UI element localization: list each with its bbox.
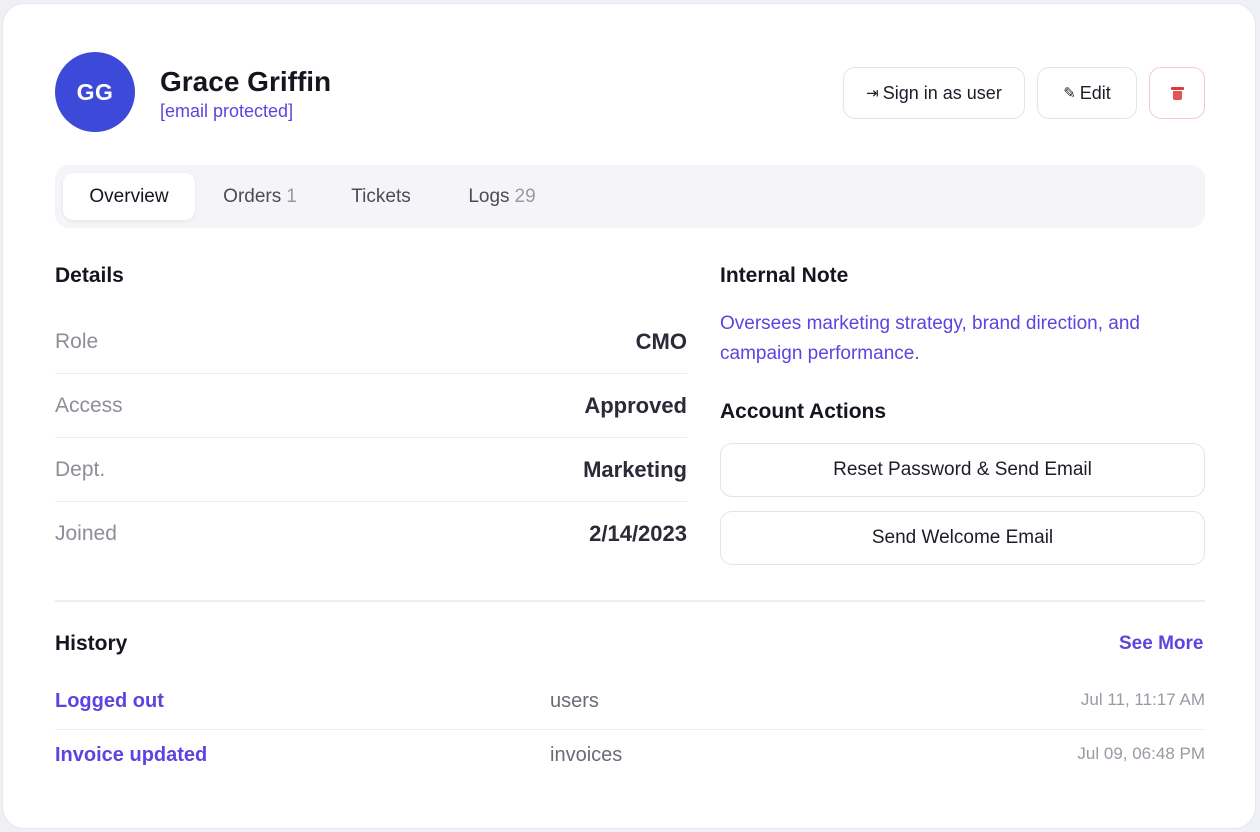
internal-note-text: Oversees marketing strategy, brand direc…	[720, 313, 1140, 364]
tab-logs[interactable]: Logs 29	[447, 173, 557, 220]
detail-row-joined: Joined 2/14/2023	[55, 502, 687, 566]
sign-in-icon: ⇥	[866, 85, 879, 102]
user-profile-card: GG Grace Griffin [email protected] ⇥ Sig…	[2, 3, 1256, 829]
detail-value: CMO	[635, 328, 687, 354]
user-email[interactable]: [email protected]	[160, 101, 293, 122]
reset-password-label: Reset Password & Send Email	[833, 459, 1092, 480]
detail-label: Access	[55, 393, 123, 417]
tab-bar: Overview Orders 1 Tickets Logs 29	[55, 165, 1205, 228]
tab-orders[interactable]: Orders 1	[205, 173, 315, 220]
tab-count: 1	[286, 185, 297, 207]
history-row: Logged out users Jul 11, 11:17 AM	[55, 676, 1205, 730]
history-event-link[interactable]: Logged out	[55, 690, 164, 713]
detail-row-access: Access Approved	[55, 374, 687, 438]
trash-icon	[1170, 86, 1184, 100]
section-divider	[55, 600, 1205, 602]
tab-label: Orders	[223, 185, 282, 207]
history-row: Invoice updated invoices Jul 09, 06:48 P…	[55, 730, 1205, 784]
detail-value: 2/14/2023	[589, 521, 687, 546]
user-name: Grace Griffin	[160, 66, 332, 97]
history-time: Jul 09, 06:48 PM	[1077, 744, 1205, 763]
tab-label: Overview	[89, 185, 169, 207]
reset-password-button[interactable]: Reset Password & Send Email	[720, 443, 1205, 497]
details-title: Details	[55, 264, 124, 287]
see-more-link[interactable]: See More	[1119, 633, 1203, 655]
avatar: GG	[55, 52, 135, 132]
history-module: invoices	[550, 744, 623, 766]
detail-row-role: Role CMO	[55, 310, 687, 374]
account-actions-title: Account Actions	[720, 400, 887, 423]
detail-label: Joined	[55, 522, 117, 545]
edit-button[interactable]: ✎ Edit	[1037, 67, 1137, 119]
tab-overview[interactable]: Overview	[63, 173, 195, 220]
detail-value: Approved	[584, 392, 687, 418]
tab-count: 29	[514, 185, 536, 207]
detail-label: Dept.	[55, 457, 106, 481]
tab-label: Logs	[468, 185, 510, 207]
sign-in-label: Sign in as user	[882, 82, 1002, 103]
delete-button[interactable]	[1149, 67, 1205, 119]
history-time: Jul 11, 11:17 AM	[1080, 690, 1205, 709]
tab-tickets[interactable]: Tickets	[325, 173, 437, 220]
sign-in-as-user-button[interactable]: ⇥ Sign in as user	[843, 67, 1025, 119]
detail-value: Marketing	[583, 456, 687, 482]
pencil-icon: ✎	[1063, 85, 1076, 102]
history-event-link[interactable]: Invoice updated	[55, 744, 207, 767]
send-welcome-email-button[interactable]: Send Welcome Email	[720, 511, 1205, 565]
send-welcome-label: Send Welcome Email	[871, 527, 1054, 548]
detail-row-dept: Dept. Marketing	[55, 438, 687, 502]
edit-label: Edit	[1079, 82, 1111, 103]
avatar-initials: GG	[76, 78, 114, 105]
history-title: History	[55, 632, 128, 655]
history-module: users	[550, 690, 599, 712]
internal-note-title: Internal Note	[720, 264, 849, 287]
detail-label: Role	[55, 329, 99, 353]
tab-label: Tickets	[351, 185, 411, 207]
